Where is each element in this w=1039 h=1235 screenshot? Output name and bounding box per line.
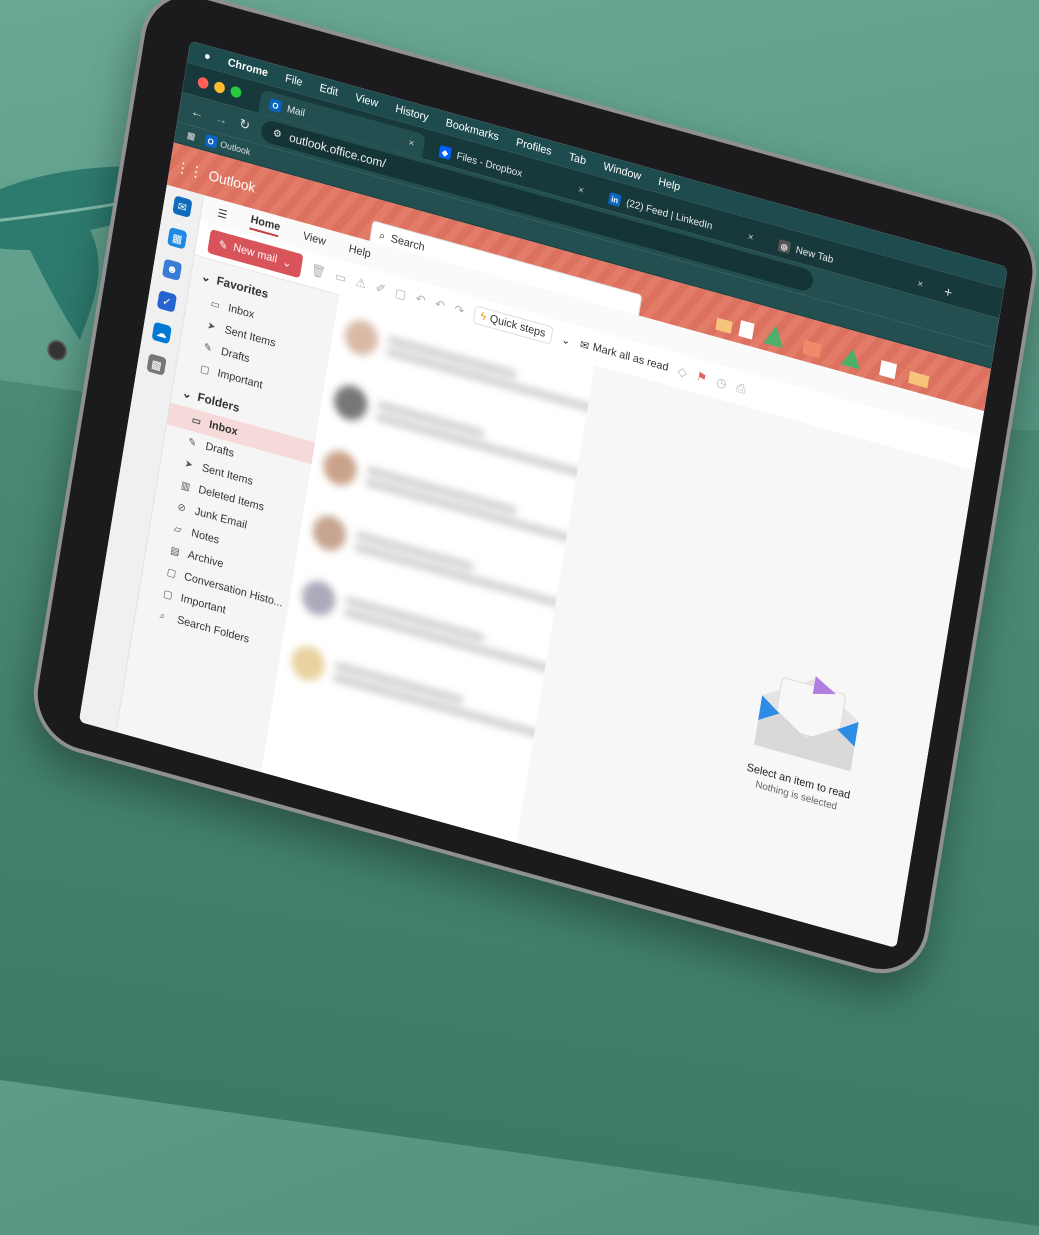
compose-icon: ✎ (217, 238, 229, 253)
trash-icon: ▥ (180, 479, 192, 493)
move-icon[interactable]: ▢ (394, 285, 407, 302)
close-window-icon[interactable] (197, 75, 210, 90)
menu-tab[interactable]: Tab (568, 151, 587, 168)
tag-icon[interactable]: ◇ (677, 364, 688, 380)
inbox-icon: ▭ (190, 414, 202, 428)
avatar (310, 511, 349, 555)
drafts-icon: ✎ (202, 341, 213, 355)
menu-help[interactable]: Help (657, 176, 681, 194)
outlook-icon: O (203, 133, 218, 149)
folder-label: Notes (190, 527, 221, 547)
forward-icon[interactable]: → (214, 109, 229, 127)
dropbox-icon: ◆ (438, 144, 452, 161)
sweep-icon[interactable]: ✐ (375, 280, 387, 297)
folder-label: Drafts (220, 345, 251, 366)
tab-label: New Tab (795, 244, 835, 266)
forward-mail-icon[interactable]: ↷ (453, 302, 465, 319)
close-tab-icon[interactable]: × (747, 231, 754, 243)
reload-icon[interactable]: ↻ (238, 115, 251, 134)
send-icon: ➤ (183, 457, 194, 471)
reading-pane: Select an item to read Nothing is select… (516, 365, 975, 949)
print-icon[interactable]: ⎙ (735, 379, 747, 396)
avatar (331, 381, 370, 425)
menu-view[interactable]: View (354, 92, 379, 110)
chrome-icon: ◎ (777, 238, 792, 254)
bookmark-label: Outlook (219, 138, 252, 158)
reply-icon[interactable]: ↶ (415, 291, 427, 308)
tab-label: Mail (286, 103, 306, 120)
apple-icon[interactable]: ● (203, 50, 211, 64)
folder-icon: ▢ (166, 566, 177, 580)
avatar (320, 446, 360, 490)
hamburger-icon[interactable]: ☰ (217, 206, 229, 221)
send-icon: ➤ (206, 319, 217, 333)
close-tab-icon[interactable]: × (577, 184, 584, 196)
mail-icon[interactable]: ✉ (172, 195, 193, 218)
menu-file[interactable]: File (284, 72, 303, 89)
folder-label: Inbox (208, 418, 239, 439)
outlook-icon: O (268, 98, 283, 114)
avatar (342, 316, 381, 360)
chevron-down-icon: ⌄ (181, 385, 194, 402)
empty-state: Select an item to read Nothing is select… (728, 655, 884, 820)
maximize-window-icon[interactable] (229, 84, 243, 99)
delete-icon[interactable]: 🗑 (310, 262, 327, 280)
back-icon[interactable]: ← (190, 103, 205, 121)
people-icon[interactable]: ☻ (161, 258, 183, 282)
app-launcher-icon[interactable]: ⋮⋮ (169, 156, 210, 183)
flag-icon[interactable]: ⚑ (695, 369, 708, 386)
avatar (299, 576, 338, 620)
inbox-icon: ▭ (210, 297, 221, 312)
open-envelope-icon (754, 676, 859, 772)
lightning-icon: ϟ (479, 310, 488, 324)
linkedin-icon: in (607, 191, 622, 208)
close-tab-icon[interactable]: × (408, 137, 415, 149)
todo-icon[interactable]: ✓ (156, 290, 178, 313)
new-mail-label: New mail (232, 241, 278, 266)
close-tab-icon[interactable]: × (917, 278, 924, 290)
search-folder-icon: ⌕ (158, 609, 167, 623)
envelope-open-icon: ✉ (579, 338, 590, 353)
site-info-icon[interactable]: ⚙ (272, 127, 282, 140)
folder-icon: ▢ (199, 362, 211, 377)
folder-icon: ▢ (162, 587, 174, 602)
avatar (288, 642, 328, 685)
chevron-down-icon: ⌄ (200, 268, 213, 286)
reply-all-icon[interactable]: ↶ (434, 297, 446, 314)
quick-steps-label: Quick steps (488, 312, 547, 340)
tab-view[interactable]: View (302, 230, 327, 248)
menu-edit[interactable]: Edit (319, 82, 339, 99)
drafts-icon: ✎ (187, 436, 198, 450)
note-icon: ▱ (173, 522, 183, 536)
tab-help[interactable]: Help (348, 243, 372, 261)
search-icon: ⌕ (378, 228, 387, 243)
archive-icon: ▤ (169, 544, 181, 558)
archive-icon[interactable]: ▭ (334, 269, 347, 286)
chevron-down-icon[interactable]: ⌄ (561, 332, 572, 347)
snooze-icon[interactable]: ◷ (715, 374, 727, 391)
apps-grid-icon[interactable]: ▦ (186, 129, 196, 142)
folder-label: Drafts (204, 440, 235, 460)
more-apps-icon[interactable]: ▩ (146, 353, 167, 376)
report-icon[interactable]: ⚠ (355, 275, 368, 292)
chevron-down-icon[interactable]: ⌄ (282, 255, 293, 270)
folder-label: Inbox (227, 302, 256, 322)
tab-home[interactable]: Home (249, 213, 282, 238)
onedrive-icon[interactable]: ☁ (151, 321, 172, 345)
calendar-icon[interactable]: ▦ (167, 226, 188, 250)
minimize-window-icon[interactable] (213, 80, 226, 94)
junk-icon: ⊘ (176, 501, 187, 515)
